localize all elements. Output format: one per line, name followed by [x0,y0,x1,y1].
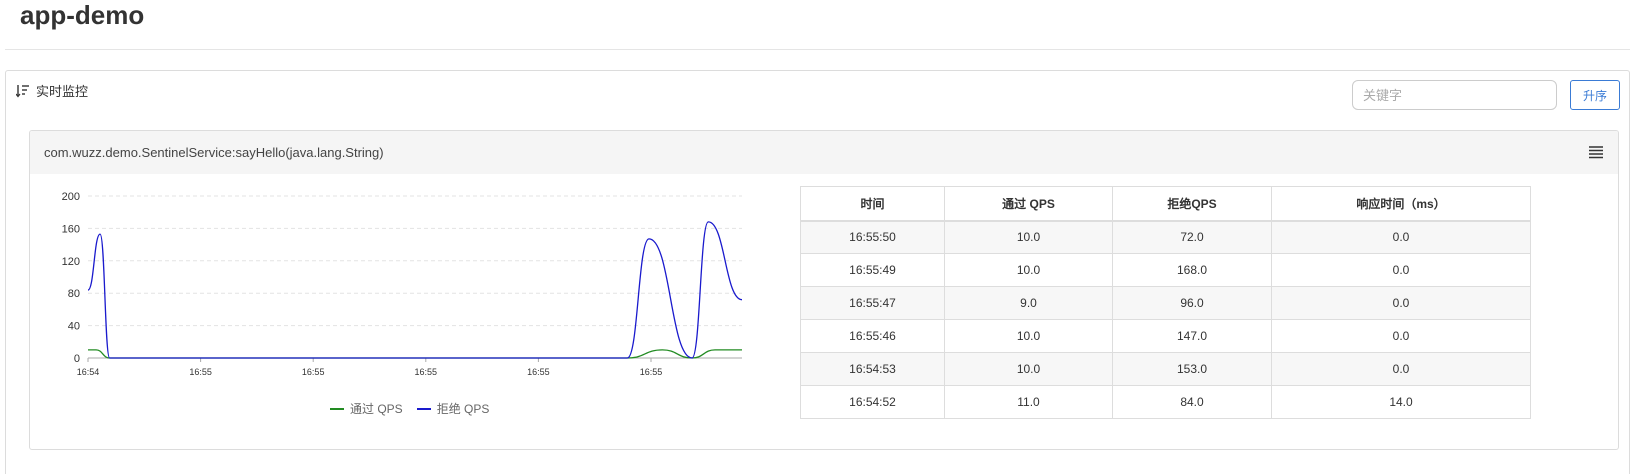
qps-chart: 0 40 80 120 160 200 16:54 16:55 16:55 16:55 16:55 1… [30,174,770,449]
title-divider [5,49,1630,50]
table-cell: 0.0 [1271,253,1531,287]
table-cell: 14.0 [1271,385,1531,419]
column-header-pass-qps: 通过 QPS [944,186,1113,222]
table-cell: 16:54:53 [800,352,945,386]
column-header-rt: 响应时间（ms） [1271,186,1531,222]
table-cell: 11.0 [944,385,1113,419]
legend-item-block[interactable]: 拒绝 QPS [416,400,490,417]
app-title: app-demo [20,0,145,30]
search-input[interactable] [1352,80,1557,110]
table-cell: 16:55:47 [800,286,945,320]
y-tick-label: 120 [62,256,80,268]
x-tick-label: 16:55 [415,367,438,377]
table-row: 16:54:53 10.0 153.0 0.0 [800,352,1531,386]
panel-title: 实时监控 [36,84,89,99]
y-tick-label: 200 [62,191,80,203]
x-tick-label: 16:55 [302,367,325,377]
table-row: 16:55:46 10.0 147.0 0.0 [800,319,1531,353]
table-cell: 0.0 [1271,319,1531,353]
x-tick-label: 16:55 [527,367,550,377]
resource-card: com.wuzz.demo.SentinelService:sayHello(j… [29,130,1619,450]
column-header-block-qps: 拒绝QPS [1112,186,1272,222]
legend-item-pass[interactable]: 通过 QPS [330,400,403,417]
sort-button[interactable]: 升序 [1570,80,1620,110]
table-row: 16:54:52 11.0 84.0 14.0 [800,385,1531,419]
table-cell: 168.0 [1112,253,1272,287]
monitor-panel: 实时监控 升序 com.wuzz.demo.SentinelService:sa… [5,70,1630,474]
table-cell: 16:55:49 [800,253,945,287]
y-tick-label: 80 [68,288,80,300]
table-row: 16:55:47 9.0 96.0 0.0 [800,286,1531,320]
y-tick-label: 0 [74,353,80,365]
table-cell: 16:55:50 [800,220,945,254]
sort-icon [16,84,29,97]
legend-swatch-pass [330,407,344,410]
table-row: 16:55:49 10.0 168.0 0.0 [800,253,1531,287]
menu-icon[interactable] [1588,145,1604,159]
legend-swatch-block [416,407,431,410]
table-cell: 0.0 [1271,220,1531,254]
column-header-time: 时间 [800,186,945,222]
resource-name: com.wuzz.demo.SentinelService:sayHello(j… [44,145,384,160]
table-cell: 0.0 [1271,286,1531,320]
table-cell: 72.0 [1112,220,1272,254]
table-cell: 10.0 [944,253,1113,287]
x-tick-label: 16:55 [189,367,212,377]
series-line-1 [87,221,743,359]
table-cell: 0.0 [1271,352,1531,386]
x-tick-label: 16:55 [640,367,663,377]
y-tick-label: 40 [68,321,80,333]
table-cell: 147.0 [1112,319,1272,353]
table-cell: 10.0 [944,352,1113,386]
table-row: 16:55:50 10.0 72.0 0.0 [800,220,1531,254]
table-cell: 10.0 [944,319,1113,353]
table-cell: 10.0 [944,220,1113,254]
table-cell: 96.0 [1112,286,1272,320]
x-tick-label: 16:54 [77,367,100,377]
table-header-row: 时间 通过 QPS 拒绝QPS 响应时间（ms） [800,186,1531,222]
table-cell: 153.0 [1112,352,1272,386]
table-cell: 84.0 [1112,385,1272,419]
resource-card-header: com.wuzz.demo.SentinelService:sayHello(j… [30,131,1618,174]
metrics-table: 时间 通过 QPS 拒绝QPS 响应时间（ms） 16:55:50 10.0 7… [800,186,1531,419]
table-cell: 9.0 [944,286,1113,320]
legend-label-block: 拒绝 QPS [436,402,490,416]
table-cell: 16:55:46 [800,319,945,353]
table-cell: 16:54:52 [800,385,945,419]
legend-label-pass: 通过 QPS [350,402,403,416]
y-tick-label: 160 [62,223,80,235]
panel-header: 实时监控 [16,81,88,100]
chart-legend: 通过 QPS 拒绝 QPS [330,400,489,417]
series-line-0 [88,349,742,359]
